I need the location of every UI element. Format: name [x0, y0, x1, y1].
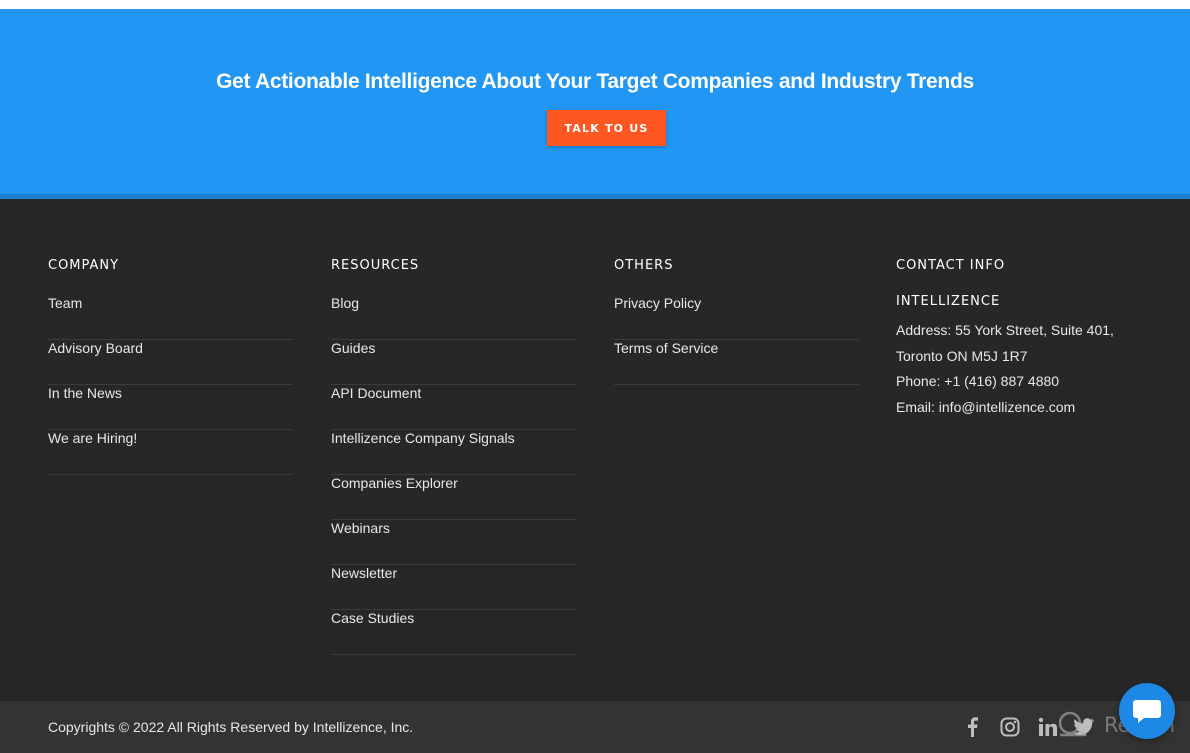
list-item: Webinars: [331, 520, 576, 565]
footer-link-in-the-news[interactable]: In the News: [48, 385, 122, 402]
list-item: Advisory Board: [48, 340, 293, 385]
footer-link-newsletter[interactable]: Newsletter: [331, 565, 397, 582]
contact-brand: INTELLIZENCE: [896, 294, 1001, 309]
footer-link-hiring[interactable]: We are Hiring!: [48, 430, 137, 447]
contact-address-line2: Toronto ON M5J 1R7: [896, 347, 1028, 364]
footer-heading-contact: CONTACT INFO: [896, 258, 1006, 273]
contact-details: Address: 55 York Street, Suite 401, Toro…: [896, 318, 1156, 420]
footer-link-terms-of-service[interactable]: Terms of Service: [614, 340, 718, 357]
footer-column-others: OTHERS Privacy Policy Terms of Service: [614, 257, 859, 385]
talk-to-us-button[interactable]: TALK TO US: [547, 110, 666, 146]
cta-banner: Get Actionable Intelligence About Your T…: [0, 9, 1190, 197]
revain-logo-icon: [1058, 711, 1087, 737]
facebook-icon[interactable]: [962, 715, 982, 739]
resources-links: Blog Guides API Document Intellizence Co…: [331, 295, 576, 655]
footer-link-advisory-board[interactable]: Advisory Board: [48, 340, 143, 357]
others-links: Privacy Policy Terms of Service: [614, 295, 859, 385]
instagram-icon[interactable]: [998, 715, 1022, 739]
footer-link-companies-explorer[interactable]: Companies Explorer: [331, 475, 458, 492]
top-strip: [0, 0, 1190, 9]
footer-bottom-bar: Copyrights © 2022 All Rights Reserved by…: [0, 701, 1190, 753]
footer-link-case-studies[interactable]: Case Studies: [331, 610, 414, 627]
list-item: Privacy Policy: [614, 295, 859, 340]
footer-link-webinars[interactable]: Webinars: [331, 520, 390, 537]
footer-column-contact: CONTACT INFO INTELLIZENCE Address: 55 Yo…: [896, 257, 1156, 420]
footer-column-company: COMPANY Team Advisory Board In the News …: [48, 257, 293, 475]
list-item: API Document: [331, 385, 576, 430]
footer-heading-resources: RESOURCES: [331, 258, 420, 273]
company-links: Team Advisory Board In the News We are H…: [48, 295, 293, 475]
list-item: Companies Explorer: [331, 475, 576, 520]
list-item: Intellizence Company Signals: [331, 430, 576, 475]
cta-title: Get Actionable Intelligence About Your T…: [216, 70, 974, 93]
contact-phone: Phone: +1 (416) 887 4880: [896, 373, 1060, 389]
list-item: Terms of Service: [614, 340, 859, 385]
contact-email: Email: info@intellizence.com: [896, 398, 1076, 415]
footer-heading-others: OTHERS: [614, 258, 674, 273]
footer-link-guides[interactable]: Guides: [331, 340, 375, 357]
list-item: Case Studies: [331, 610, 576, 655]
footer-link-team[interactable]: Team: [48, 295, 82, 312]
footer-column-resources: RESOURCES Blog Guides API Document Intel…: [331, 257, 576, 655]
footer: COMPANY Team Advisory Board In the News …: [0, 199, 1190, 701]
footer-link-privacy-policy[interactable]: Privacy Policy: [614, 295, 701, 312]
list-item: In the News: [48, 385, 293, 430]
copyright-text: Copyrights © 2022 All Rights Reserved by…: [48, 719, 414, 735]
list-item: We are Hiring!: [48, 430, 293, 475]
footer-link-blog[interactable]: Blog: [331, 295, 359, 312]
chat-bubble-icon[interactable]: [1119, 683, 1175, 739]
list-item: Blog: [331, 295, 576, 340]
list-item: Newsletter: [331, 565, 576, 610]
list-item: Team: [48, 295, 293, 340]
footer-heading-company: COMPANY: [48, 258, 120, 273]
footer-link-company-signals[interactable]: Intellizence Company Signals: [331, 430, 515, 447]
contact-address-line1: Address: 55 York Street, Suite 401,: [896, 322, 1114, 338]
list-item: Guides: [331, 340, 576, 385]
footer-link-api-document[interactable]: API Document: [331, 385, 421, 402]
